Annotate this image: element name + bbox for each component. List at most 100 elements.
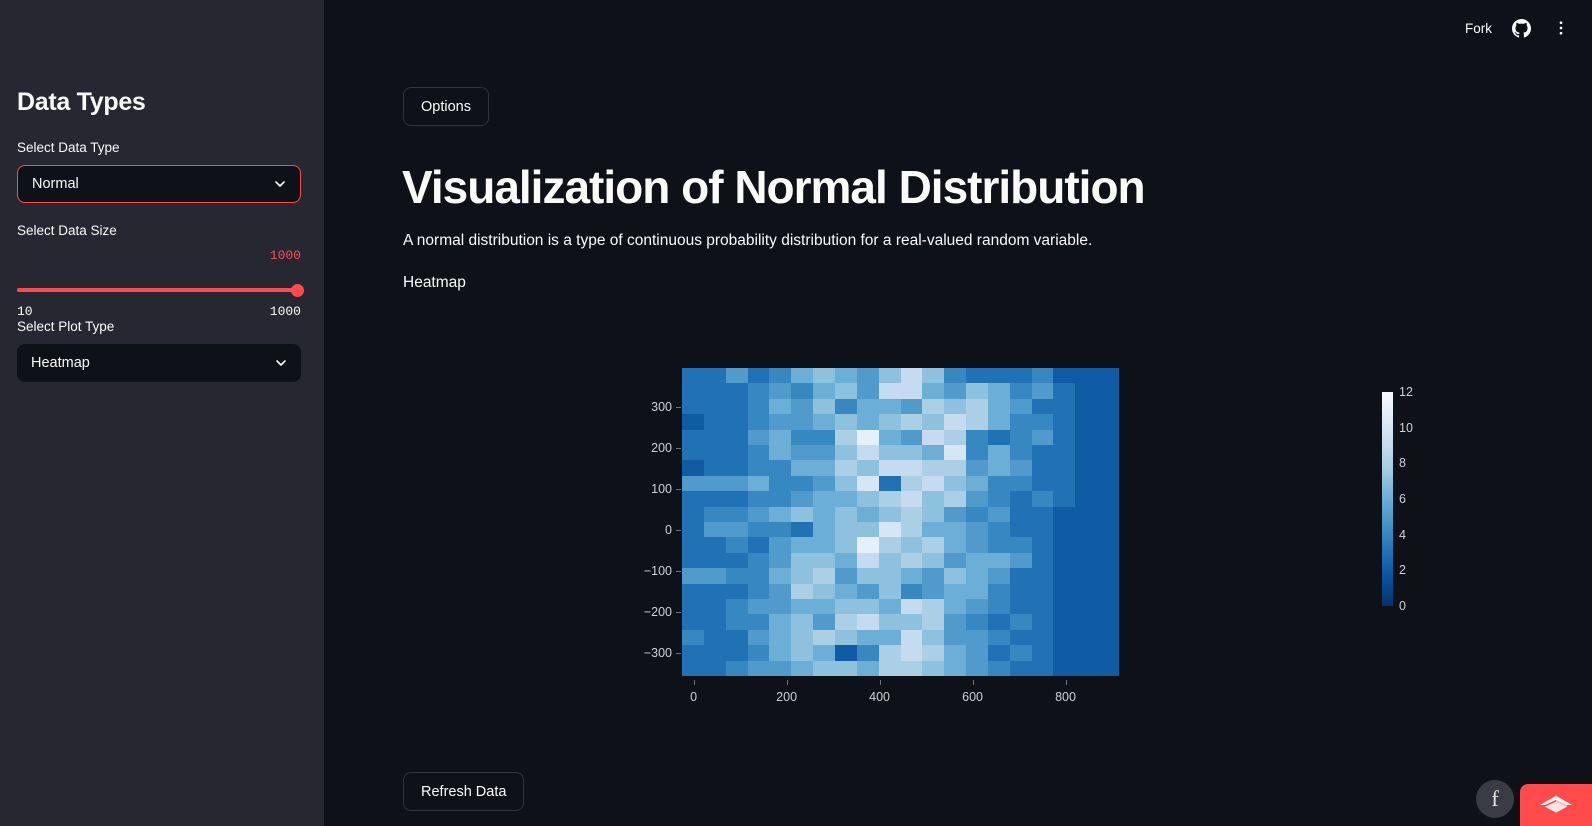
chevron-down-icon[interactable] [273,355,289,371]
x-axis-tick-label: 0 [690,690,698,704]
heatmap-cell [747,629,770,646]
x-axis-tick-label: 200 [776,690,798,704]
heatmap-cell [747,552,770,569]
streamlit-logo-icon[interactable] [1520,784,1592,826]
heatmap-cell [1075,429,1098,445]
heatmap-cell [747,383,770,399]
heatmap-cell [703,475,726,492]
plot-type-label: Select Plot Type [17,319,115,334]
data-type-group: Select Data Type Normal [17,139,301,203]
heatmap-cell [900,568,923,584]
heatmap-cell [922,537,945,553]
heatmap-cell [966,368,988,384]
heatmap-cell [725,629,748,646]
heatmap-cell [682,568,704,584]
heatmap-cell [791,660,814,676]
heatmap-cell [791,598,814,615]
heatmap-cell [682,368,704,384]
heatmap-cell [1031,537,1054,553]
heatmap-cell [725,506,748,522]
heatmap-cell [856,475,879,492]
heatmap-cell [725,521,748,538]
heatmap-cell [944,429,967,445]
heatmap-cell [987,491,1010,507]
heatmap-chart: −300 −200 −100 0 100 200 300 0 200 400 600 800 0 2 4… [602,350,1482,704]
heatmap-cell [725,568,748,584]
data-size-value: 1000 [269,247,301,263]
heatmap-cell [922,568,945,584]
heatmap-cell [747,645,770,661]
heatmap-cell [703,414,726,430]
heatmap-cell [725,460,748,476]
chevron-down-icon[interactable] [272,176,288,192]
data-size-slider[interactable]: 1000 10 1000 [17,247,304,319]
heatmap-cell [1053,537,1076,553]
heatmap-cell [834,460,857,476]
feedback-fab-button[interactable]: f [1476,780,1514,818]
options-button[interactable]: Options [403,87,489,126]
heatmap-cell [1097,614,1119,630]
heatmap-cell [944,398,967,415]
heatmap-cell [1009,429,1032,445]
refresh-data-button[interactable]: Refresh Data [403,772,525,811]
heatmap-cell [769,629,792,646]
colorbar-tick-label: 12 [1399,385,1413,399]
heatmap-cell [1097,491,1119,507]
heatmap-cell [922,583,945,599]
heatmap-cell [834,398,857,415]
heatmap-cell [791,552,814,569]
heatmap-cell [966,521,988,538]
colorbar-tick-label: 0 [1399,599,1406,613]
heatmap-cell [1097,537,1119,553]
heatmap-cell [703,398,726,415]
plot-type-select[interactable]: Heatmap [17,343,301,382]
heatmap-cell [900,629,923,646]
slider-track[interactable] [17,287,301,292]
slider-max-label: 1000 [269,303,301,319]
heatmap-plot-area[interactable] [682,368,1119,676]
y-axis-tick-label: 0 [665,523,672,538]
heatmap-cell [813,614,835,630]
heatmap-cell [791,629,814,646]
heatmap-cell [1075,506,1098,522]
heatmap-cell [834,429,857,445]
heatmap-cell [813,475,835,492]
heatmap-cell [1009,583,1032,599]
heatmap-cell [703,368,726,384]
heatmap-cell [944,521,967,538]
heatmap-cell [725,414,748,430]
heatmap-cell [900,383,923,399]
heatmap-cell [856,491,879,507]
heatmap-cell [834,629,857,646]
heatmap-cell [747,398,770,415]
colorbar-tick-label: 10 [1399,420,1413,435]
heatmap-cell [856,460,879,476]
heatmap-cell [682,506,704,522]
y-axis-tick-mark [676,489,681,491]
main-content: Options Visualization of Normal Distribu… [324,0,1592,826]
heatmap-cell [987,475,1010,492]
heatmap-cell [813,460,835,476]
heatmap-cell [703,521,726,538]
heatmap-cell [944,645,967,661]
heatmap-cell [725,614,748,630]
heatmap-cell [834,660,857,676]
colorbar-gradient [1382,392,1393,606]
heatmap-cell [922,444,945,461]
y-axis-tick-label: 200 [651,441,672,456]
heatmap-cell [1009,460,1032,476]
heatmap-cell [747,491,770,507]
heatmap-cell [878,598,901,615]
slider-thumb[interactable] [291,283,304,297]
heatmap-cell [834,383,857,399]
data-type-select[interactable]: Normal [17,164,301,203]
heatmap-cell [900,614,923,630]
y-axis-tick-label: 100 [651,482,672,497]
heatmap-cell [900,429,923,445]
heatmap-cell [1053,645,1076,661]
heatmap-cell [682,614,704,630]
heatmap-cell [987,398,1010,415]
heatmap-cell [834,552,857,569]
heatmap-cell [703,660,726,676]
heatmap-cell [944,383,967,399]
